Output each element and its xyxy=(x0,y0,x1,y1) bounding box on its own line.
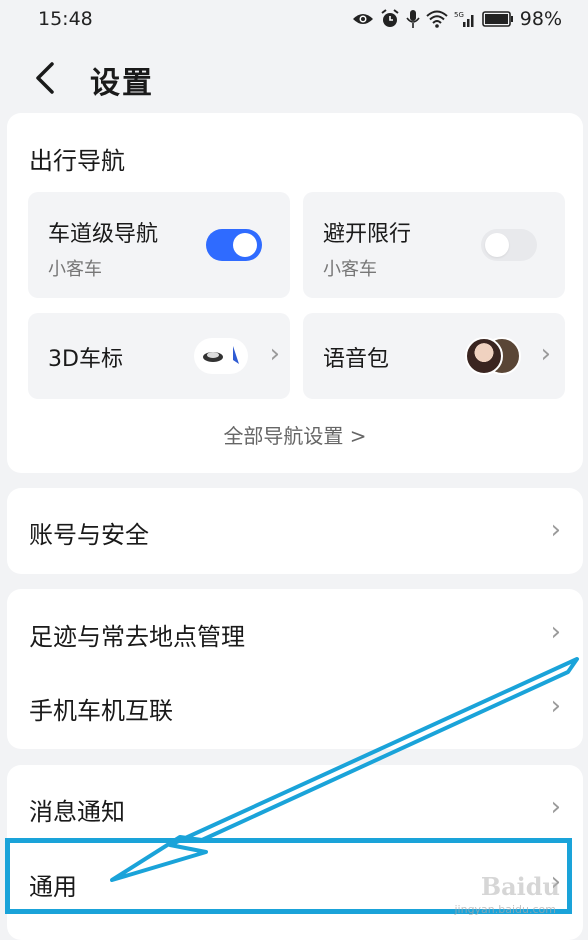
tile-title: 语音包 xyxy=(323,347,390,372)
tile-title: 3D车标 xyxy=(48,347,123,372)
header: 设置 xyxy=(0,50,588,106)
lane-navigation-toggle[interactable] xyxy=(206,229,262,261)
row-account-security[interactable]: 账号与安全 › xyxy=(7,493,583,569)
account-card: 账号与安全 › xyxy=(7,488,583,574)
voice-avatars xyxy=(465,337,525,375)
nav-settings-card: 出行导航 车道级导航 小客车 避开限行 小客车 3D车标 › 语音包 › 全部导… xyxy=(7,113,583,473)
row-label: 手机车机互联 xyxy=(29,697,173,725)
watermark-logo: Baidu xyxy=(480,872,560,901)
tile-title: 车道级导航 xyxy=(48,222,159,247)
tile-lane-navigation[interactable]: 车道级导航 小客车 xyxy=(28,192,290,298)
signal-icon: 5G xyxy=(454,11,474,27)
row-label: 足迹与常去地点管理 xyxy=(29,623,245,651)
all-nav-settings-link[interactable]: 全部导航设置 > xyxy=(7,420,583,449)
row-footprint[interactable]: 足迹与常去地点管理 › xyxy=(7,595,583,671)
watermark-url: jingyan.baidu.com xyxy=(454,903,556,916)
row-notifications[interactable]: 消息通知 › xyxy=(7,770,583,846)
tile-avoid-restrictions[interactable]: 避开限行 小客车 xyxy=(303,192,565,298)
chevron-right-icon: › xyxy=(550,515,561,545)
avatar xyxy=(465,337,503,375)
avoid-restrictions-toggle[interactable] xyxy=(481,229,537,261)
chevron-right-icon: › xyxy=(540,339,551,369)
car-model-icon xyxy=(194,338,248,374)
row-label: 账号与安全 xyxy=(29,521,149,549)
status-bar: 15:48 5G 98% xyxy=(0,0,588,38)
tile-title: 避开限行 xyxy=(323,222,412,247)
tile-subtitle: 小客车 xyxy=(323,259,377,280)
chevron-right-icon: › xyxy=(550,792,561,822)
eye-icon xyxy=(352,14,373,24)
alarm-icon xyxy=(381,9,399,27)
microphone-icon xyxy=(406,10,420,28)
chevron-right-icon: › xyxy=(550,691,561,721)
tile-3d-car-icon[interactable]: 3D车标 › xyxy=(28,313,290,399)
status-time: 15:48 xyxy=(38,8,93,30)
footprint-card: 足迹与常去地点管理 › 手机车机互联 › xyxy=(7,589,583,749)
page-title: 设置 xyxy=(90,66,154,101)
back-arrow-icon[interactable] xyxy=(30,60,60,96)
row-label: 通用 xyxy=(29,873,77,901)
section-title: 出行导航 xyxy=(29,147,125,175)
wifi-icon xyxy=(426,10,448,28)
tile-subtitle: 小客车 xyxy=(48,259,102,280)
tile-voice-pack[interactable]: 语音包 › xyxy=(303,313,565,399)
battery-level: 98% xyxy=(519,8,562,30)
battery-icon xyxy=(481,11,513,27)
svg-text:5G: 5G xyxy=(454,11,464,19)
chevron-right-icon: › xyxy=(269,339,280,369)
row-car-link[interactable]: 手机车机互联 › xyxy=(7,669,583,745)
row-label: 消息通知 xyxy=(29,798,125,826)
chevron-right-icon: › xyxy=(550,617,561,647)
status-icons: 5G 98% xyxy=(352,8,562,30)
